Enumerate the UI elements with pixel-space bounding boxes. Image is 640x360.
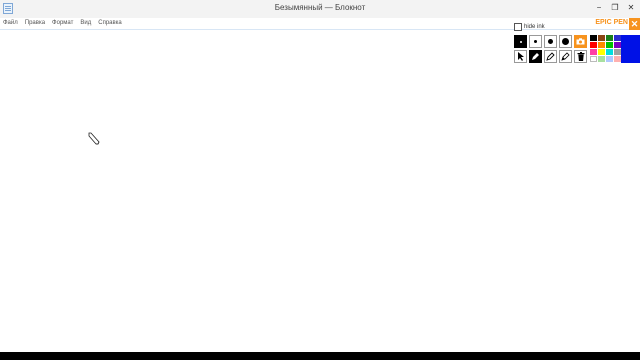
current-color-swatch[interactable] (621, 35, 640, 63)
window-title: Безымянный — Блокнот (274, 3, 366, 12)
color-swatch[interactable] (614, 35, 621, 41)
epic-pen-logo: EPIC PEN (595, 19, 628, 26)
minimize-button[interactable]: − (594, 2, 604, 14)
brush-size-xs-button[interactable] (514, 35, 527, 48)
eraser-tool-button[interactable] (559, 50, 572, 63)
color-swatch[interactable] (598, 35, 605, 41)
brush-size-l-button[interactable] (559, 35, 572, 48)
eraser-icon (561, 52, 570, 61)
restore-button[interactable]: ❐ (610, 2, 620, 14)
close-button[interactable]: ✕ (626, 2, 636, 14)
color-palette (590, 35, 621, 62)
pen-icon (532, 53, 539, 60)
color-swatch[interactable] (606, 35, 613, 41)
trash-icon (577, 52, 584, 61)
arrow-cursor-icon (517, 52, 524, 61)
color-swatch[interactable] (598, 42, 605, 48)
notepad-window: Безымянный — Блокнот − ❐ ✕ Файл Правка Ф… (0, 0, 640, 352)
menu-edit[interactable]: Правка (25, 18, 45, 29)
hide-ink-checkbox[interactable] (514, 23, 522, 31)
pen-tool-button[interactable] (529, 50, 542, 63)
tool-grid (514, 35, 587, 63)
pen-cursor-icon (88, 132, 100, 145)
color-swatch[interactable] (614, 49, 621, 55)
color-swatch[interactable] (598, 49, 605, 55)
screenshot-camera-button[interactable] (574, 35, 587, 48)
hide-ink-label: hide ink (524, 24, 545, 30)
color-swatch[interactable] (590, 49, 597, 55)
camera-icon (576, 38, 585, 45)
epic-pen-close-button[interactable]: ✕ (629, 18, 640, 30)
color-swatch[interactable] (614, 42, 621, 48)
color-swatch[interactable] (590, 56, 597, 62)
brush-size-s-button[interactable] (529, 35, 542, 48)
clear-ink-button[interactable] (574, 50, 587, 63)
cursor-mode-button[interactable] (514, 50, 527, 63)
epic-pen-toolbar: hide ink EPIC PEN ✕ (510, 18, 640, 68)
menu-format[interactable]: Формат (52, 18, 73, 29)
color-swatch[interactable] (614, 56, 621, 62)
color-swatch[interactable] (590, 35, 597, 41)
color-swatch[interactable] (606, 56, 613, 62)
marker-icon (546, 52, 555, 61)
color-swatch[interactable] (606, 49, 613, 55)
title-bar: Безымянный — Блокнот − ❐ ✕ (0, 0, 640, 19)
menu-help[interactable]: Справка (98, 18, 122, 29)
color-swatch[interactable] (606, 42, 613, 48)
taskbar (0, 352, 640, 360)
highlighter-tool-button[interactable] (544, 50, 557, 63)
window-controls: − ❐ ✕ (594, 2, 636, 14)
menu-view[interactable]: Вид (80, 18, 91, 29)
menu-file[interactable]: Файл (3, 18, 18, 29)
text-editor-area[interactable] (0, 30, 640, 352)
color-swatch[interactable] (590, 42, 597, 48)
brush-size-m-button[interactable] (544, 35, 557, 48)
color-swatch[interactable] (598, 56, 605, 62)
